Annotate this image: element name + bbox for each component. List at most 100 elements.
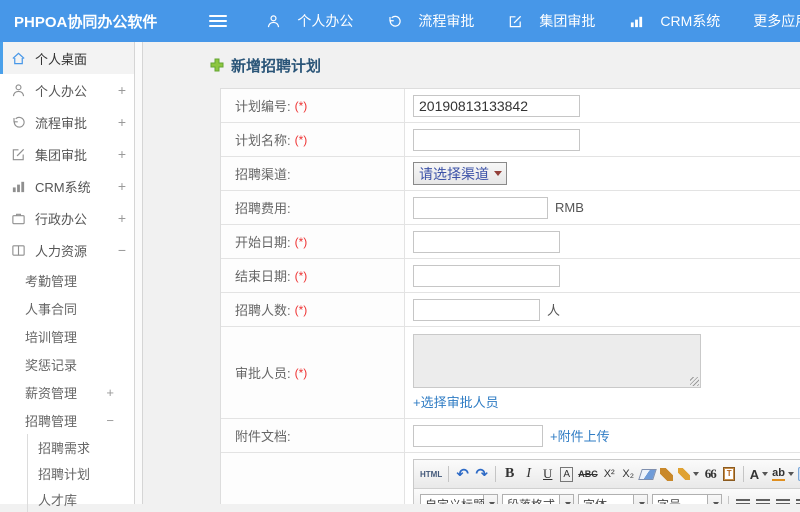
resize-handle[interactable] (690, 377, 699, 386)
expand-icon[interactable]: + (118, 114, 126, 130)
edit-square-icon (507, 13, 524, 30)
editor-toolbar-row2: 自定义标题 段落格式 字体 字号 (414, 489, 800, 504)
html-source-button[interactable]: HTML (420, 464, 442, 484)
plan-number-input[interactable] (413, 94, 580, 117)
sidebar-item-training-mgmt[interactable]: 培训管理 (0, 322, 134, 350)
undo-arrow-icon (10, 114, 27, 131)
main-content: 新增招聘计划 计划编号: (*) 计划名称: (*) 招聘渠道: (144, 42, 800, 504)
add-plus-icon (210, 58, 224, 72)
blockquote-button[interactable]: 66 (703, 464, 718, 484)
attachment-input[interactable] (413, 424, 543, 447)
plan-name-input[interactable] (413, 128, 580, 151)
required-mark: (*) (294, 302, 308, 317)
topnav-more-apps[interactable]: 更多应用 (753, 11, 800, 31)
topnav-workflow-approval[interactable]: 流程审批 (386, 11, 474, 31)
expand-icon[interactable]: + (118, 178, 126, 194)
sidebar-item-admin-office[interactable]: 行政办公 + (0, 202, 134, 234)
expand-icon[interactable]: + (118, 210, 126, 226)
expand-icon[interactable]: + (118, 82, 126, 98)
field-label: 招聘渠道: (221, 157, 405, 190)
eraser-button[interactable] (637, 464, 657, 484)
topnav-label: 集团审批 (539, 13, 596, 29)
sidebar-sub2-label: 招聘需求 (38, 440, 91, 456)
collapse-icon[interactable]: − (118, 242, 126, 258)
sidebar-sub-label: 考勤管理 (25, 273, 78, 289)
sidebar-item-attendance-mgmt[interactable]: 考勤管理 (0, 266, 134, 294)
field-label: 计划名称: (*) (221, 123, 405, 156)
sidebar-item-recruit-mgmt[interactable]: 招聘管理 − (0, 406, 134, 434)
menu-toggle-icon[interactable] (209, 15, 228, 27)
book-icon (10, 242, 27, 259)
strikethrough-button[interactable]: ABC (578, 464, 598, 484)
headcount-input[interactable] (413, 298, 540, 321)
expand-icon[interactable]: + (106, 385, 114, 400)
editor-toolbar-row1: HTML ↶ ↷ B I U A ABC X² X₂ 66 T A ab (414, 460, 800, 489)
edit-square-icon (10, 146, 27, 163)
align-center-button[interactable] (756, 498, 770, 504)
sidebar-item-hr-contract[interactable]: 人事合同 (0, 294, 134, 322)
form-row-content-editor: HTML ↶ ↷ B I U A ABC X² X₂ 66 T A ab (221, 453, 800, 504)
sidebar-item-talent-pool[interactable]: 人才库 (28, 486, 134, 512)
home-icon (10, 50, 27, 67)
rich-text-editor: HTML ↶ ↷ B I U A ABC X² X₂ 66 T A ab (413, 459, 800, 504)
sidebar-item-group-approval[interactable]: 集团审批 + (0, 138, 134, 170)
sidebar-sub-label: 招聘管理 (25, 413, 78, 429)
sidebar-scrollbar[interactable] (134, 42, 143, 504)
highlight-color-button[interactable]: ab (772, 464, 794, 484)
topnav-label: 更多应用 (753, 13, 800, 29)
subscript-button[interactable]: X₂ (621, 464, 636, 484)
font-size-dropdown[interactable]: 字号 (652, 494, 722, 504)
topnav-group-approval[interactable]: 集团审批 (507, 11, 595, 31)
align-left-button[interactable] (736, 498, 750, 504)
undo-button[interactable]: ↶ (455, 464, 470, 484)
font-border-button[interactable]: A (560, 466, 574, 482)
chevron-down-icon (787, 472, 794, 476)
form-row-start-date: 开始日期: (*) (221, 225, 800, 259)
recruit-cost-input[interactable] (413, 196, 548, 219)
channel-select[interactable]: 请选择渠道 (413, 162, 507, 185)
collapse-icon[interactable]: − (106, 413, 114, 428)
font-color-button[interactable]: A (750, 464, 769, 484)
spray-paint-button[interactable] (677, 464, 699, 484)
chevron-down-icon (692, 472, 699, 476)
underline-button[interactable]: U (540, 464, 555, 484)
eraser-icon (637, 468, 657, 480)
approvers-textarea[interactable] (413, 334, 701, 388)
topnav-crm-system[interactable]: CRM系统 (628, 11, 720, 31)
custom-title-dropdown[interactable]: 自定义标题 (420, 494, 498, 504)
bold-button[interactable]: B (502, 464, 517, 484)
paragraph-format-dropdown[interactable]: 段落格式 (502, 494, 574, 504)
sidebar-sub2-label: 招聘计划 (38, 466, 91, 482)
field-label: 招聘费用: (221, 191, 405, 224)
sidebar-item-crm-system[interactable]: CRM系统 + (0, 170, 134, 202)
sidebar-item-recruit-plan[interactable]: 招聘计划 (28, 460, 134, 486)
app-logo: PHPOA协同办公软件 (14, 13, 158, 31)
font-family-dropdown[interactable]: 字体 (578, 494, 648, 504)
italic-button[interactable]: I (521, 464, 536, 484)
align-right-button[interactable] (776, 498, 790, 504)
sidebar-item-recruit-demand[interactable]: 招聘需求 (28, 434, 134, 460)
superscript-button[interactable]: X² (602, 464, 617, 484)
end-date-input[interactable] (413, 264, 560, 287)
select-approvers-link[interactable]: +选择审批人员 (413, 392, 499, 411)
format-brush-button[interactable] (659, 464, 674, 484)
topnav-personal-office[interactable]: 个人办公 (265, 11, 353, 31)
page-title: 新增招聘计划 (231, 57, 322, 75)
sidebar-item-personal-desktop[interactable]: 个人桌面 (0, 42, 134, 74)
sidebar-item-salary-mgmt[interactable]: 薪资管理 + (0, 378, 134, 406)
topnav-label: 个人办公 (297, 13, 354, 29)
start-date-input[interactable] (413, 230, 560, 253)
redo-button[interactable]: ↷ (474, 464, 489, 484)
align-justify-button[interactable] (796, 498, 800, 504)
currency-suffix: RMB (555, 200, 584, 215)
sidebar-item-reward-punishment[interactable]: 奖惩记录 (0, 350, 134, 378)
page-title-bar: 新增招聘计划 (144, 42, 800, 88)
expand-icon[interactable]: + (118, 146, 126, 162)
sidebar-item-human-resources[interactable]: 人力资源 − (0, 234, 134, 266)
attachment-upload-link[interactable]: +附件上传 (550, 426, 610, 445)
field-label: 计划编号: (*) (221, 89, 405, 122)
sidebar-item-workflow-approval[interactable]: 流程审批 + (0, 106, 134, 138)
paste-text-button[interactable]: T (722, 464, 737, 484)
field-label: 附件文档: (221, 419, 405, 452)
sidebar-item-personal-office[interactable]: 个人办公 + (0, 74, 134, 106)
